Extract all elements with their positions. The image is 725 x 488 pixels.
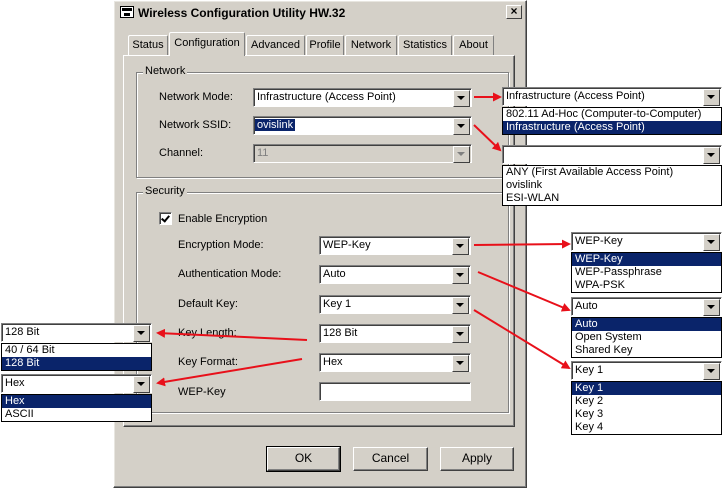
- encryption-mode-value: WEP-Key: [323, 239, 371, 251]
- network-ssid-value: ovislink: [255, 119, 296, 131]
- chevron-down-icon[interactable]: [703, 363, 720, 380]
- list-item-selected[interactable]: 128 Bit: [2, 357, 151, 370]
- callout-default-key-value: Key 1: [575, 364, 604, 376]
- chevron-down-icon[interactable]: [452, 297, 469, 314]
- authentication-mode-value: Auto: [323, 268, 346, 280]
- tab-network[interactable]: Network: [345, 35, 397, 55]
- chevron-down-icon[interactable]: [703, 234, 720, 251]
- tab-configuration[interactable]: Configuration: [169, 32, 245, 56]
- list-item[interactable]: ASCII: [2, 408, 151, 421]
- chevron-down-icon[interactable]: [703, 299, 720, 316]
- channel-value: 11: [257, 147, 269, 159]
- key-format-value: Hex: [323, 356, 343, 368]
- key-length-value: 128 Bit: [323, 327, 358, 339]
- callout-encryption-list: WEP-Key WEP-Passphrase WPA-PSK: [571, 252, 722, 293]
- callout-authentication-select[interactable]: Auto: [571, 297, 722, 316]
- chevron-down-icon[interactable]: [133, 325, 150, 342]
- enable-encryption-checkbox[interactable]: [159, 212, 172, 225]
- key-length-label: Key Length:: [178, 327, 237, 339]
- chevron-down-icon[interactable]: [452, 267, 469, 284]
- channel-select: 11: [253, 144, 472, 163]
- key-length-select[interactable]: 128 Bit: [319, 324, 471, 343]
- default-key-label: Default Key:: [178, 298, 238, 310]
- list-item-selected[interactable]: Key 1: [572, 382, 721, 395]
- network-ssid-label: Network SSID:: [159, 119, 232, 131]
- list-item-selected[interactable]: WEP-Key: [572, 253, 721, 266]
- chevron-down-icon[interactable]: [452, 355, 469, 372]
- callout-ssid-list: ANY (First Available Access Point) ovisl…: [502, 165, 722, 206]
- authentication-mode-select[interactable]: Auto: [319, 265, 471, 284]
- callout-network-mode-select[interactable]: Infrastructure (Access Point): [502, 87, 722, 106]
- wep-key-label: WEP-Key: [178, 386, 226, 398]
- list-item[interactable]: ovislink: [503, 179, 721, 192]
- security-group-title: Security: [143, 185, 187, 197]
- chevron-down-icon[interactable]: [453, 118, 470, 135]
- default-key-value: Key 1: [323, 298, 352, 310]
- apply-button[interactable]: Apply: [440, 447, 514, 471]
- list-item[interactable]: ESI-WLAN: [503, 192, 721, 205]
- list-item[interactable]: 802.11 Ad-Hoc (Computer-to-Computer): [503, 108, 721, 121]
- callout-encryption-select[interactable]: WEP-Key: [571, 232, 722, 251]
- chevron-down-icon[interactable]: [133, 376, 150, 393]
- chevron-down-icon[interactable]: [452, 326, 469, 343]
- list-item[interactable]: WEP-Passphrase: [572, 266, 721, 279]
- wep-key-input[interactable]: [319, 382, 471, 401]
- list-item[interactable]: WPA-PSK: [572, 279, 721, 292]
- tab-about[interactable]: About: [453, 35, 494, 55]
- tab-advanced[interactable]: Advanced: [246, 35, 305, 55]
- chevron-down-icon[interactable]: [703, 147, 720, 164]
- key-format-label: Key Format:: [178, 356, 238, 368]
- callout-default-key-select[interactable]: Key 1: [571, 361, 722, 380]
- callout-default-key-list: Key 1 Key 2 Key 3 Key 4: [571, 381, 722, 435]
- list-item[interactable]: ANY (First Available Access Point): [503, 166, 721, 179]
- network-mode-label: Network Mode:: [159, 91, 233, 103]
- window-title: Wireless Configuration Utility HW.32: [138, 6, 346, 20]
- callout-key-format-list: Hex ASCII: [1, 394, 152, 422]
- callout-authentication-list: Auto Open System Shared Key: [571, 317, 722, 358]
- list-item[interactable]: Key 4: [572, 421, 721, 434]
- callout-authentication-value: Auto: [575, 300, 598, 312]
- callout-network-mode-value: Infrastructure (Access Point): [506, 90, 645, 102]
- authentication-mode-label: Authentication Mode:: [178, 268, 282, 280]
- network-mode-select[interactable]: Infrastructure (Access Point): [253, 88, 472, 107]
- list-item[interactable]: Key 2: [572, 395, 721, 408]
- default-key-select[interactable]: Key 1: [319, 295, 471, 314]
- list-item-selected[interactable]: Auto: [572, 318, 721, 331]
- chevron-down-icon[interactable]: [453, 90, 470, 107]
- encryption-mode-label: Encryption Mode:: [178, 239, 264, 251]
- tab-status[interactable]: Status: [128, 35, 168, 55]
- network-ssid-select[interactable]: ovislink: [253, 116, 472, 135]
- close-button[interactable]: ×: [506, 5, 522, 19]
- list-item-selected[interactable]: Hex: [2, 395, 151, 408]
- network-mode-value: Infrastructure (Access Point): [257, 91, 396, 103]
- callout-key-format-value: Hex: [5, 377, 25, 389]
- enable-encryption-label: Enable Encryption: [178, 213, 268, 225]
- chevron-down-icon: [453, 146, 470, 163]
- list-item[interactable]: Key 3: [572, 408, 721, 421]
- list-item-selected[interactable]: Infrastructure (Access Point): [503, 121, 721, 134]
- app-icon: [120, 6, 134, 18]
- callout-ssid-select[interactable]: [502, 145, 722, 164]
- tab-statistics[interactable]: Statistics: [398, 35, 452, 55]
- callout-key-length-list: 40 / 64 Bit 128 Bit: [1, 343, 152, 371]
- callout-network-mode-list: 802.11 Ad-Hoc (Computer-to-Computer) Inf…: [502, 107, 722, 135]
- config-window: Wireless Configuration Utility HW.32 × S…: [113, 0, 527, 488]
- channel-label: Channel:: [159, 147, 204, 159]
- callout-key-length-value: 128 Bit: [5, 326, 40, 338]
- encryption-mode-select[interactable]: WEP-Key: [319, 236, 471, 255]
- tab-profile[interactable]: Profile: [306, 35, 344, 55]
- callout-key-format-select[interactable]: Hex: [1, 374, 152, 393]
- list-item[interactable]: Open System: [572, 331, 721, 344]
- callout-key-length-select[interactable]: 128 Bit: [1, 323, 152, 342]
- chevron-down-icon[interactable]: [452, 238, 469, 255]
- network-group-title: Network: [143, 65, 188, 77]
- chevron-down-icon[interactable]: [703, 89, 720, 106]
- ok-button[interactable]: OK: [266, 446, 341, 472]
- cancel-button[interactable]: Cancel: [353, 447, 428, 471]
- title-bar[interactable]: Wireless Configuration Utility HW.32 ×: [116, 3, 524, 23]
- list-item[interactable]: Shared Key: [572, 344, 721, 357]
- list-item[interactable]: 40 / 64 Bit: [2, 344, 151, 357]
- callout-encryption-value: WEP-Key: [575, 235, 623, 247]
- key-format-select[interactable]: Hex: [319, 353, 471, 372]
